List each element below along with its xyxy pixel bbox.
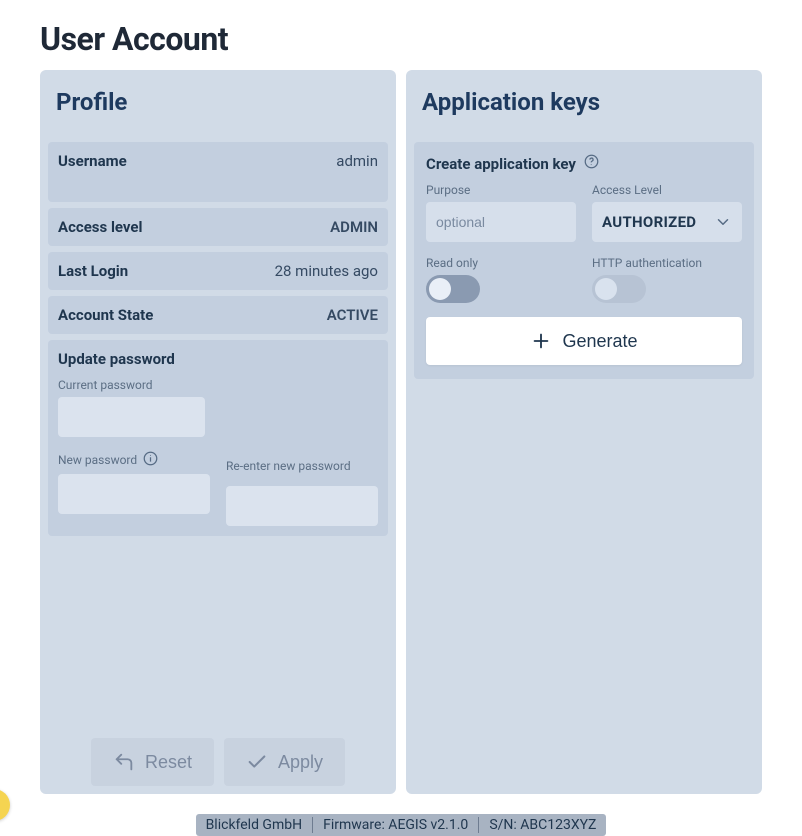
footer-firmware: Firmware: AEGIS v2.1.0 [323, 817, 468, 833]
account-state-label: Account State [58, 306, 153, 324]
page-title: User Account [40, 20, 762, 58]
reset-button-label: Reset [145, 752, 192, 773]
read-only-toggle[interactable] [426, 275, 480, 303]
username-value: admin [336, 152, 378, 170]
username-label: Username [58, 152, 127, 170]
apply-button[interactable]: Apply [224, 738, 345, 786]
profile-panel: Profile Username admin Access level ADMI… [40, 70, 396, 794]
footer-serial: S/N: ABC123XYZ [489, 817, 596, 833]
info-icon[interactable] [143, 451, 158, 469]
access-level-label: Access level [58, 218, 143, 236]
reset-button[interactable]: Reset [91, 738, 214, 786]
account-state-value: ACTIVE [327, 306, 378, 324]
appkeys-panel: Application keys Create application key … [406, 70, 762, 794]
profile-title: Profile [56, 88, 380, 116]
footer-company: Blickfeld GmbH [206, 817, 303, 833]
reenter-password-input[interactable] [226, 486, 378, 526]
http-auth-label: HTTP authentication [592, 256, 742, 270]
generate-button[interactable]: Generate [426, 317, 742, 365]
chevron-down-icon [714, 213, 732, 231]
chevron-left-icon [0, 798, 1, 812]
access-level-select[interactable]: AUTHORIZED [592, 202, 742, 242]
apply-button-label: Apply [278, 752, 323, 773]
footer-separator [478, 817, 479, 833]
purpose-label: Purpose [426, 183, 576, 197]
reenter-password-label: Re-enter new password [226, 451, 378, 481]
generate-button-label: Generate [562, 331, 637, 352]
current-password-label: Current password [58, 378, 378, 392]
last-login-value: 28 minutes ago [275, 262, 378, 280]
new-password-input[interactable] [58, 474, 210, 514]
appkeys-title: Application keys [422, 88, 746, 116]
access-level-dd-label: Access Level [592, 183, 742, 197]
current-password-input[interactable] [58, 397, 205, 437]
help-icon[interactable] [584, 154, 599, 173]
http-auth-toggle[interactable] [592, 275, 646, 303]
create-appkey-title: Create application key [426, 155, 576, 173]
footer-separator [312, 817, 313, 833]
access-level-selected: AUTHORIZED [602, 213, 696, 231]
new-password-label: New password [58, 451, 210, 469]
purpose-input[interactable] [426, 202, 576, 242]
update-password-title: Update password [58, 350, 378, 368]
access-level-value: ADMIN [330, 218, 378, 236]
read-only-label: Read only [426, 256, 576, 270]
last-login-label: Last Login [58, 262, 128, 280]
